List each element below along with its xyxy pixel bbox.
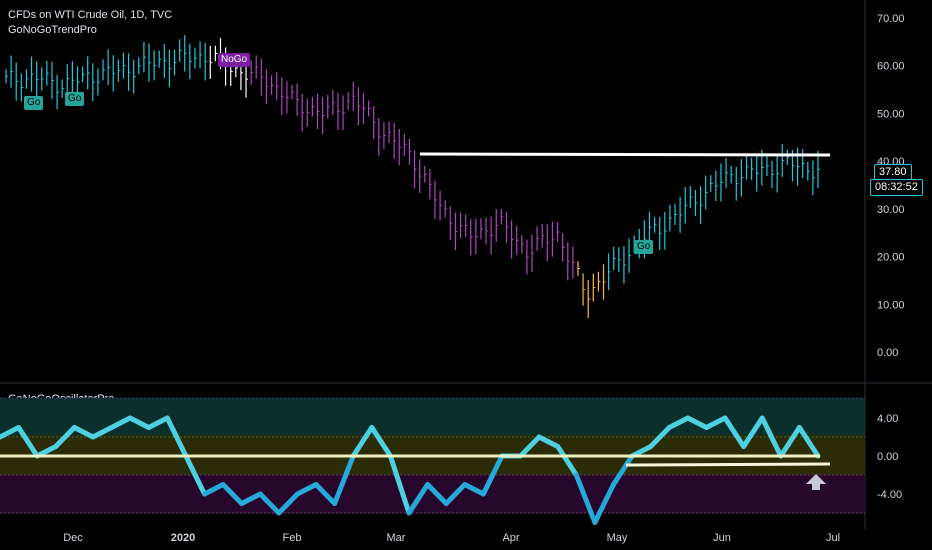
price-tick-label: 70.00: [877, 13, 905, 25]
osc-tick-label: 0.00: [877, 451, 898, 463]
osc-zone-bottom: [0, 475, 865, 513]
go-tag-1: Go: [24, 96, 44, 110]
osc-tick-label: -4.00: [877, 489, 902, 501]
osc-tick-label: 4.00: [877, 413, 898, 425]
time-tick-label: Feb: [283, 532, 302, 544]
countdown-label: 08:32:52: [870, 179, 923, 196]
resistance-line: [419, 152, 831, 157]
time-tick-label: Mar: [387, 532, 406, 544]
price-bars: [5, 35, 820, 319]
time-tick-label: Jun: [713, 532, 731, 544]
price-tick-label: 30.00: [877, 204, 905, 216]
go-tag-2: Go: [65, 92, 85, 106]
price-tick-label: 0.00: [877, 347, 898, 359]
time-tick-label: 2020: [171, 532, 195, 544]
go-tag-3: Go: [634, 240, 654, 254]
nogo-tag: NoGo: [218, 53, 251, 67]
price-tick-label: 50.00: [877, 108, 905, 120]
time-tick-label: Jul: [826, 532, 840, 544]
time-tick-label: May: [607, 532, 628, 544]
price-chart[interactable]: 70.0060.0050.0040.0030.0020.0010.000.00 …: [0, 0, 932, 550]
price-tick-label: 20.00: [877, 252, 905, 264]
osc-support-line: [625, 462, 831, 467]
price-tick-label: 60.00: [877, 61, 905, 73]
price-tick-label: 10.00: [877, 299, 905, 311]
time-tick-label: Apr: [502, 532, 519, 544]
time-tick-label: Dec: [63, 532, 83, 544]
